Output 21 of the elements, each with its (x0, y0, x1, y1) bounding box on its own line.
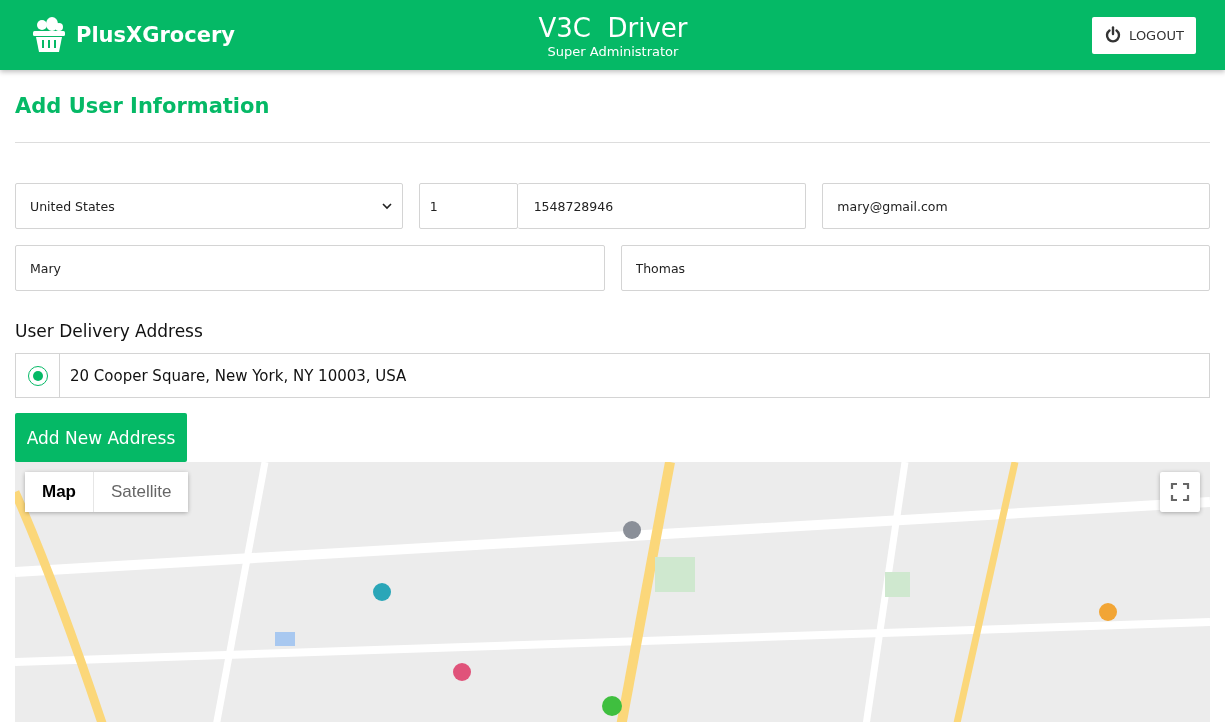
fullscreen-icon (1170, 482, 1190, 502)
first-name-field[interactable]: Mary (15, 245, 605, 291)
chevron-down-icon (381, 202, 392, 210)
section-heading: User Delivery Address (15, 321, 204, 341)
logout-button[interactable]: LOGOUT (1092, 16, 1196, 54)
last-name-field[interactable]: Thomas (620, 245, 1210, 291)
country-select[interactable]: United States (15, 183, 403, 229)
fullscreen-button[interactable] (1160, 472, 1200, 512)
email-field[interactable]: mary@gmail.com (822, 183, 1210, 229)
map-type-tab[interactable]: Satellite (94, 472, 189, 512)
address-option[interactable]: 20 Cooper Square, New York, NY 10003, USA (15, 353, 1210, 398)
map-type-tab[interactable]: Map (25, 472, 94, 512)
country-code-field[interactable]: 1 (418, 183, 518, 229)
brand-name: PlusXGrocery (76, 23, 235, 47)
basket-icon (30, 16, 68, 54)
phone-field[interactable]: 1548728946 (517, 183, 807, 229)
user-role: Super Administrator (546, 43, 680, 59)
power-icon (1104, 26, 1123, 44)
app-title: V3C Driver (538, 11, 688, 44)
address-text: 20 Cooper Square, New York, NY 10003, USA (69, 366, 407, 385)
page-title: Add User Information (15, 93, 271, 120)
